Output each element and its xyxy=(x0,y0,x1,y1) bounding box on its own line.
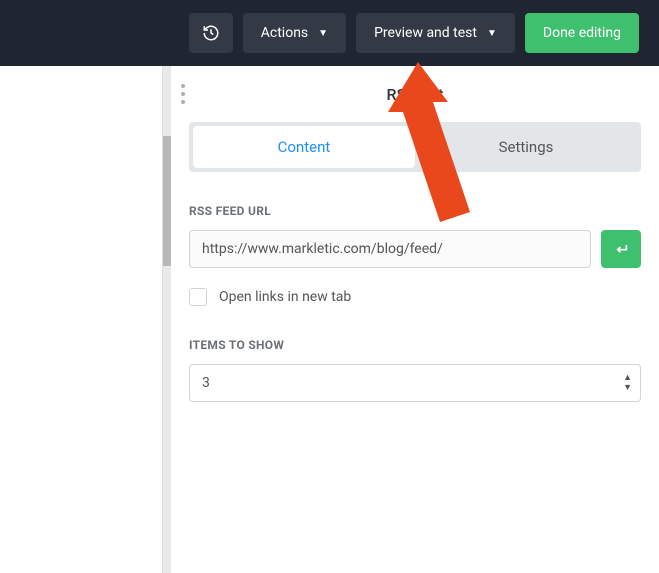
left-sidebar xyxy=(0,66,163,573)
top-bar: Actions ▼ Preview and test ▼ Done editin… xyxy=(0,0,659,66)
tabs: Content Settings xyxy=(189,122,641,172)
scrollbar-thumb[interactable] xyxy=(163,136,171,266)
open-new-tab-label: Open links in new tab xyxy=(219,289,351,305)
done-editing-button[interactable]: Done editing xyxy=(525,13,639,53)
stepper-up-icon[interactable]: ▲ xyxy=(623,373,632,383)
actions-dropdown[interactable]: Actions ▼ xyxy=(243,13,346,53)
drag-handle-icon[interactable] xyxy=(171,84,185,104)
caret-down-icon: ▼ xyxy=(487,28,497,39)
rss-url-input[interactable] xyxy=(189,230,591,268)
history-button[interactable] xyxy=(189,13,233,53)
block-header: RSS Set xyxy=(171,66,659,122)
scrollbar[interactable] xyxy=(163,66,171,573)
items-to-show-label: ITEMS TO SHOW xyxy=(189,338,641,352)
actions-label: Actions xyxy=(261,25,308,41)
items-value: 3 xyxy=(202,375,210,391)
block-title: RSS Set xyxy=(386,85,443,104)
submit-url-button[interactable] xyxy=(601,230,641,268)
content-panel: RSS Set Content Settings RSS FEED URL O xyxy=(171,66,659,573)
tab-content[interactable]: Content xyxy=(193,126,415,168)
done-label: Done editing xyxy=(543,25,621,41)
caret-down-icon: ▼ xyxy=(318,28,328,39)
main-area: RSS Set Content Settings RSS FEED URL O xyxy=(0,66,659,573)
items-to-show-stepper[interactable]: 3 ▲ ▼ xyxy=(189,364,641,402)
preview-label: Preview and test xyxy=(374,25,477,41)
open-new-tab-row: Open links in new tab xyxy=(189,288,641,306)
tab-settings[interactable]: Settings xyxy=(415,126,637,168)
stepper-down-icon[interactable]: ▼ xyxy=(623,383,632,393)
history-icon xyxy=(202,24,220,42)
enter-icon xyxy=(613,241,629,257)
open-new-tab-checkbox[interactable] xyxy=(189,288,207,306)
preview-test-dropdown[interactable]: Preview and test ▼ xyxy=(356,13,515,53)
rss-url-label: RSS FEED URL xyxy=(189,204,641,218)
